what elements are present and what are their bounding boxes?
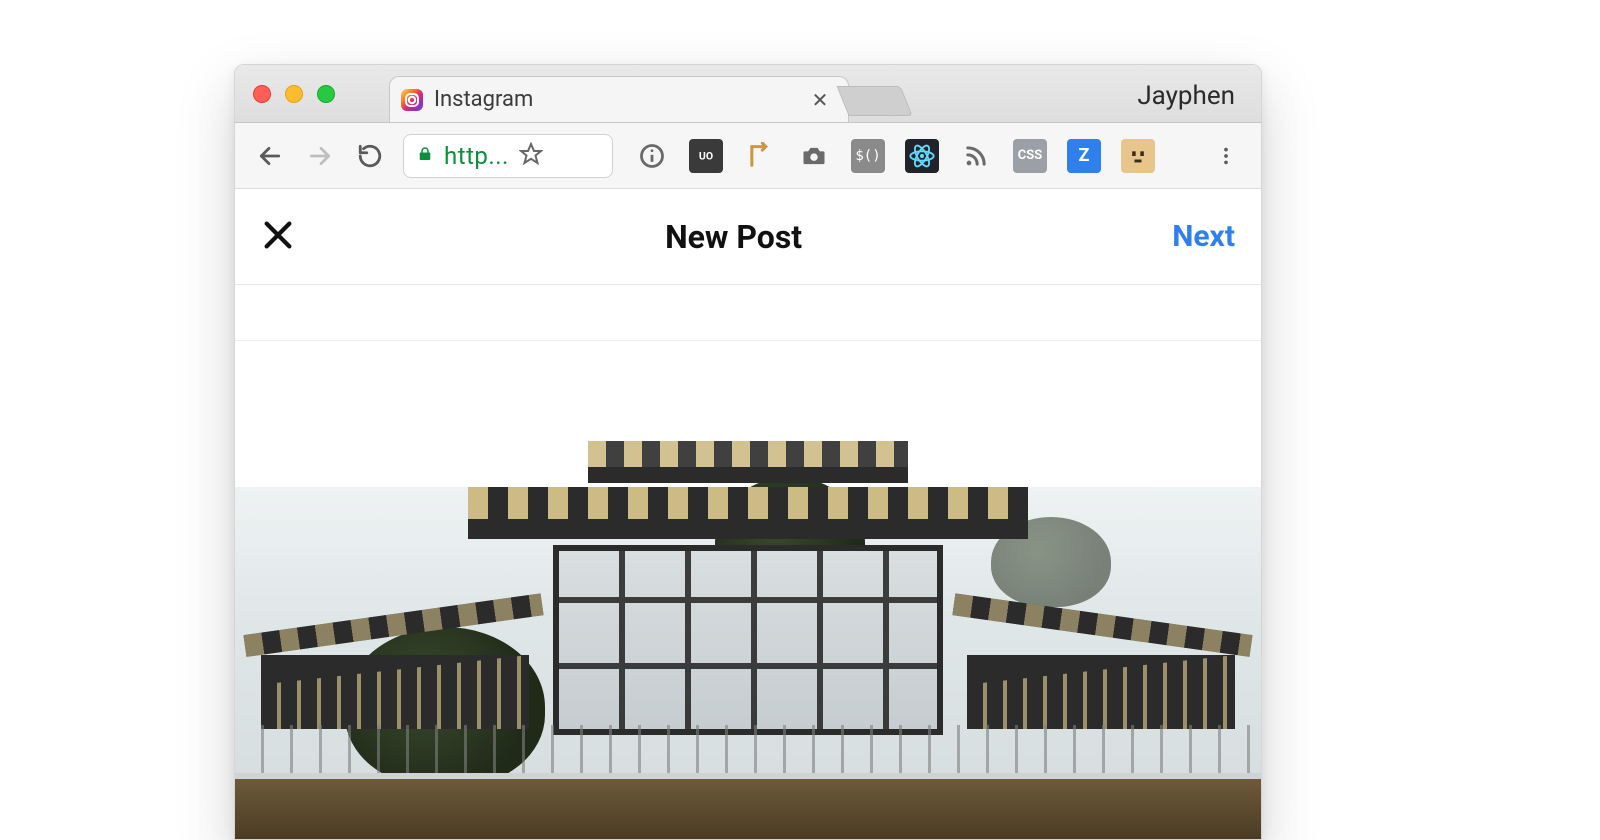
tab-close-button[interactable]: ✕	[806, 88, 834, 112]
extension-ruler-icon[interactable]	[743, 139, 777, 173]
bookmark-star-icon[interactable]	[519, 142, 543, 170]
browser-menu-button[interactable]	[1209, 139, 1243, 173]
browser-window: Instagram ✕ Jayphen http...	[234, 64, 1262, 840]
extension-z-icon[interactable]: Z	[1067, 139, 1101, 173]
page-title: New Post	[665, 218, 802, 256]
extension-react-icon[interactable]	[905, 139, 939, 173]
instagram-favicon-icon	[400, 88, 424, 112]
app-header: New Post Next	[235, 189, 1261, 285]
svg-text:UO: UO	[699, 149, 713, 162]
extension-info-icon[interactable]	[635, 139, 669, 173]
extension-face-icon[interactable]	[1121, 139, 1155, 173]
forward-button[interactable]	[303, 139, 337, 173]
extension-feed-icon[interactable]	[959, 139, 993, 173]
reload-button[interactable]	[353, 139, 387, 173]
extension-css-icon[interactable]: CSS	[1013, 139, 1047, 173]
close-button[interactable]	[261, 218, 295, 256]
url-text: http...	[444, 142, 509, 170]
extension-camera-icon[interactable]	[797, 139, 831, 173]
window-controls	[253, 85, 335, 103]
profile-name[interactable]: Jayphen	[1137, 81, 1235, 111]
lock-icon	[416, 145, 434, 167]
extension-jquery-icon[interactable]: $()	[851, 139, 885, 173]
next-button[interactable]: Next	[1172, 219, 1235, 254]
window-zoom-button[interactable]	[317, 85, 335, 103]
post-canvas[interactable]	[235, 341, 1261, 839]
tab-title: Instagram	[434, 87, 796, 112]
window-minimize-button[interactable]	[285, 85, 303, 103]
back-button[interactable]	[253, 139, 287, 173]
extension-ublock-icon[interactable]: UO	[689, 139, 723, 173]
post-image	[235, 487, 1261, 839]
titlebar: Instagram ✕ Jayphen	[235, 65, 1261, 123]
app-subbar	[235, 285, 1261, 341]
address-bar[interactable]: http...	[403, 134, 613, 178]
window-close-button[interactable]	[253, 85, 271, 103]
new-tab-button[interactable]	[837, 86, 913, 116]
extensions-row: UO $() CSS Z	[635, 139, 1155, 173]
browser-tab[interactable]: Instagram ✕	[389, 76, 849, 122]
browser-toolbar: http... UO $()	[235, 123, 1261, 189]
